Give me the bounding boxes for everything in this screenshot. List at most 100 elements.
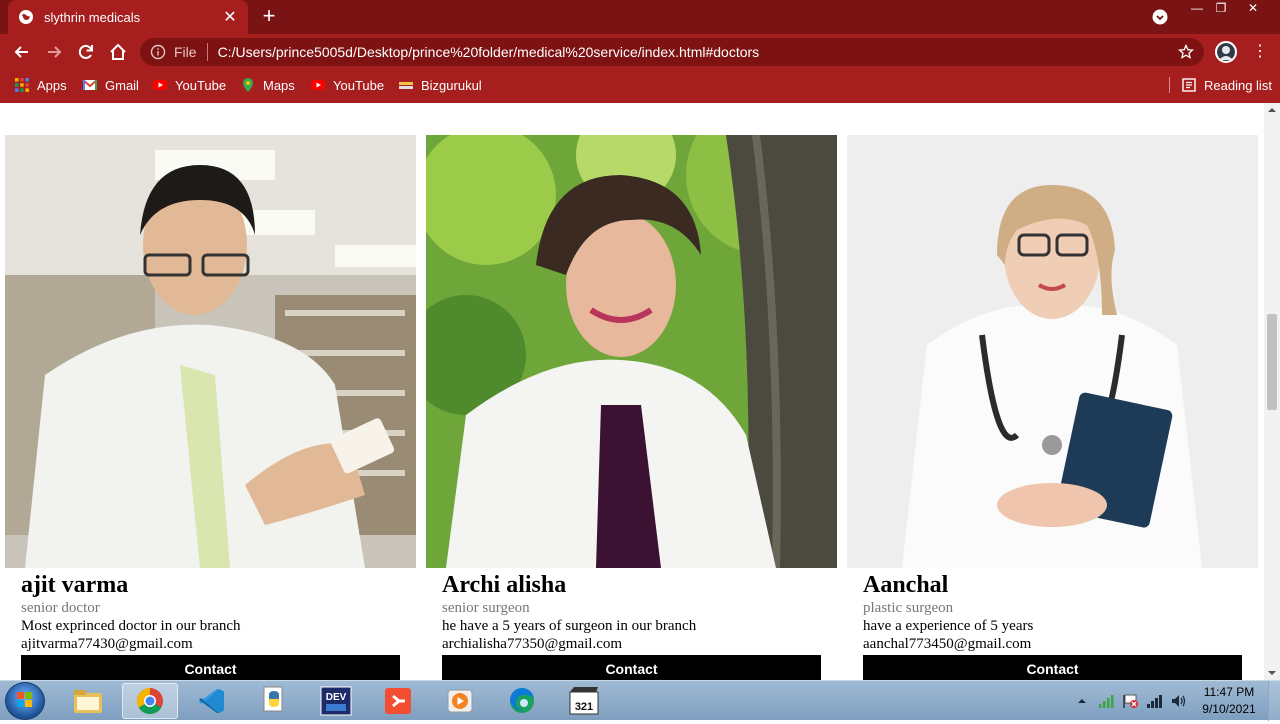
taskbar-clock[interactable]: 11:47 PM 9/10/2021 bbox=[1196, 684, 1262, 718]
bookmark-label: YouTube bbox=[175, 77, 227, 93]
address-separator bbox=[206, 43, 208, 61]
edge-icon bbox=[509, 687, 534, 713]
doctor-title: plastic surgeon bbox=[863, 600, 954, 616]
bookmark-separator bbox=[1169, 77, 1170, 93]
reload-icon[interactable] bbox=[76, 42, 96, 62]
scroll-down-icon[interactable] bbox=[1264, 666, 1280, 680]
windows-taskbar: DEV 321 11:47 PM 9/10/2021 bbox=[0, 680, 1280, 721]
taskbar-file-explorer[interactable] bbox=[60, 683, 116, 719]
bookmark-apps[interactable]: Apps bbox=[14, 76, 67, 94]
forward-icon[interactable] bbox=[44, 42, 64, 62]
clock-time: 11:47 PM bbox=[1203, 685, 1255, 699]
taskbar-python[interactable] bbox=[246, 683, 302, 719]
show-desktop-button[interactable] bbox=[1268, 681, 1280, 721]
url-text[interactable]: C:/Users/prince5005d/Desktop/prince%20fo… bbox=[218, 44, 760, 60]
doctor-card: ajit varma senior doctor Most exprinced … bbox=[5, 135, 416, 680]
media-player-icon bbox=[447, 689, 473, 713]
globe-icon bbox=[19, 10, 33, 24]
volume-icon[interactable] bbox=[1170, 693, 1188, 709]
chrome-icon bbox=[136, 687, 163, 715]
bookmark-gmail[interactable]: Gmail bbox=[82, 76, 139, 94]
bookmark-youtube-2[interactable]: YouTube bbox=[310, 76, 384, 94]
taskbar-devcpp[interactable]: DEV bbox=[308, 683, 364, 719]
doctor-photo-illustration bbox=[5, 135, 416, 568]
scroll-thumb[interactable] bbox=[1267, 314, 1277, 410]
contact-button[interactable]: Contact bbox=[21, 655, 400, 680]
doctor-email: ajitvarma77430@gmail.com bbox=[21, 636, 193, 652]
doctor-photo bbox=[847, 135, 1258, 568]
bookmark-star-icon[interactable] bbox=[1178, 44, 1194, 60]
network-signal-icon[interactable] bbox=[1098, 693, 1114, 709]
doctor-email: archialisha77350@gmail.com bbox=[442, 636, 623, 652]
contact-button[interactable]: Contact bbox=[863, 655, 1242, 680]
taskbar-edge[interactable] bbox=[494, 683, 550, 719]
doctor-name: ajit varma bbox=[21, 572, 129, 598]
reading-list-icon bbox=[1182, 78, 1196, 92]
youtube-icon bbox=[311, 80, 325, 90]
bookmark-bizgurukul[interactable]: Bizgurukul bbox=[398, 76, 482, 94]
git-icon bbox=[385, 688, 411, 714]
bookmark-label: YouTube bbox=[333, 77, 385, 93]
system-tray bbox=[1076, 681, 1188, 721]
reading-list-label: Reading list bbox=[1204, 77, 1272, 93]
close-tab-icon[interactable]: ✕ bbox=[222, 7, 238, 27]
doctor-name: Aanchal bbox=[863, 572, 949, 598]
doctor-description: Most exprinced doctor in our branch bbox=[21, 618, 241, 634]
minimize-icon[interactable]: — bbox=[1184, 0, 1210, 18]
browser-tab[interactable]: slythrin medicals ✕ bbox=[8, 0, 248, 34]
svg-text:321: 321 bbox=[575, 701, 593, 713]
contact-button[interactable]: Contact bbox=[442, 655, 821, 680]
youtube-icon bbox=[153, 80, 167, 90]
reading-list-button[interactable]: Reading list bbox=[1181, 76, 1272, 94]
apps-grid-icon bbox=[15, 78, 29, 92]
bookmark-maps[interactable]: Maps bbox=[240, 76, 295, 94]
devcpp-icon: DEV bbox=[320, 686, 352, 716]
file-explorer-icon bbox=[74, 690, 102, 713]
file-label: File bbox=[174, 44, 197, 60]
address-bar[interactable]: File C:/Users/prince5005d/Desktop/prince… bbox=[140, 38, 1204, 66]
tab-strip: slythrin medicals ✕ + — ❐ ✕ bbox=[0, 0, 1280, 34]
vertical-scrollbar[interactable] bbox=[1264, 103, 1280, 680]
new-tab-button[interactable]: + bbox=[258, 5, 280, 28]
bookmark-youtube[interactable]: YouTube bbox=[152, 76, 226, 94]
vscode-icon bbox=[199, 689, 224, 713]
taskbar-media-player-classic[interactable]: 321 bbox=[556, 683, 612, 719]
doctor-photo bbox=[5, 135, 416, 568]
doctor-photo bbox=[426, 135, 837, 568]
bookmark-label: Gmail bbox=[105, 77, 139, 93]
browser-menu-icon[interactable]: ⋮ bbox=[1252, 42, 1268, 62]
avatar-icon bbox=[1217, 43, 1235, 61]
home-icon[interactable] bbox=[108, 42, 128, 62]
doctor-title: senior doctor bbox=[21, 600, 100, 616]
wifi-signal-icon[interactable] bbox=[1146, 693, 1164, 709]
doctor-name: Archi alisha bbox=[442, 572, 567, 598]
scroll-up-icon[interactable] bbox=[1264, 103, 1280, 117]
start-button[interactable] bbox=[5, 682, 45, 720]
taskbar-media-player[interactable] bbox=[432, 683, 488, 719]
tab-search-icon[interactable] bbox=[1152, 9, 1168, 25]
taskbar-git[interactable] bbox=[370, 683, 426, 719]
maps-icon bbox=[243, 78, 253, 92]
doctor-title: senior surgeon bbox=[442, 600, 530, 616]
doctor-photo-illustration bbox=[847, 135, 1258, 568]
close-window-icon[interactable]: ✕ bbox=[1240, 0, 1266, 18]
doctor-card: Archi alisha senior surgeon he have a 5 … bbox=[426, 135, 837, 680]
python-icon bbox=[263, 686, 283, 712]
doctor-description: have a experience of 5 years bbox=[863, 618, 1034, 634]
back-icon[interactable] bbox=[12, 42, 32, 62]
tray-expand-icon[interactable] bbox=[1076, 695, 1088, 707]
doctor-email: aanchal773450@gmail.com bbox=[863, 636, 1032, 652]
windows-logo-icon bbox=[17, 692, 32, 707]
restore-icon[interactable]: ❐ bbox=[1208, 0, 1234, 18]
bookmark-label: Maps bbox=[263, 77, 295, 93]
info-icon[interactable] bbox=[150, 44, 166, 60]
taskbar-chrome[interactable] bbox=[122, 683, 178, 719]
bizgurukul-icon bbox=[399, 82, 413, 89]
clock-date: 9/10/2021 bbox=[1202, 702, 1256, 716]
gmail-icon bbox=[82, 79, 98, 90]
taskbar-vscode[interactable] bbox=[184, 683, 240, 719]
doctor-card: Aanchal plastic surgeon have a experienc… bbox=[847, 135, 1258, 680]
action-center-flag-icon[interactable] bbox=[1122, 693, 1140, 709]
media-player-classic-icon: 321 bbox=[569, 687, 599, 715]
profile-avatar[interactable] bbox=[1215, 41, 1237, 63]
